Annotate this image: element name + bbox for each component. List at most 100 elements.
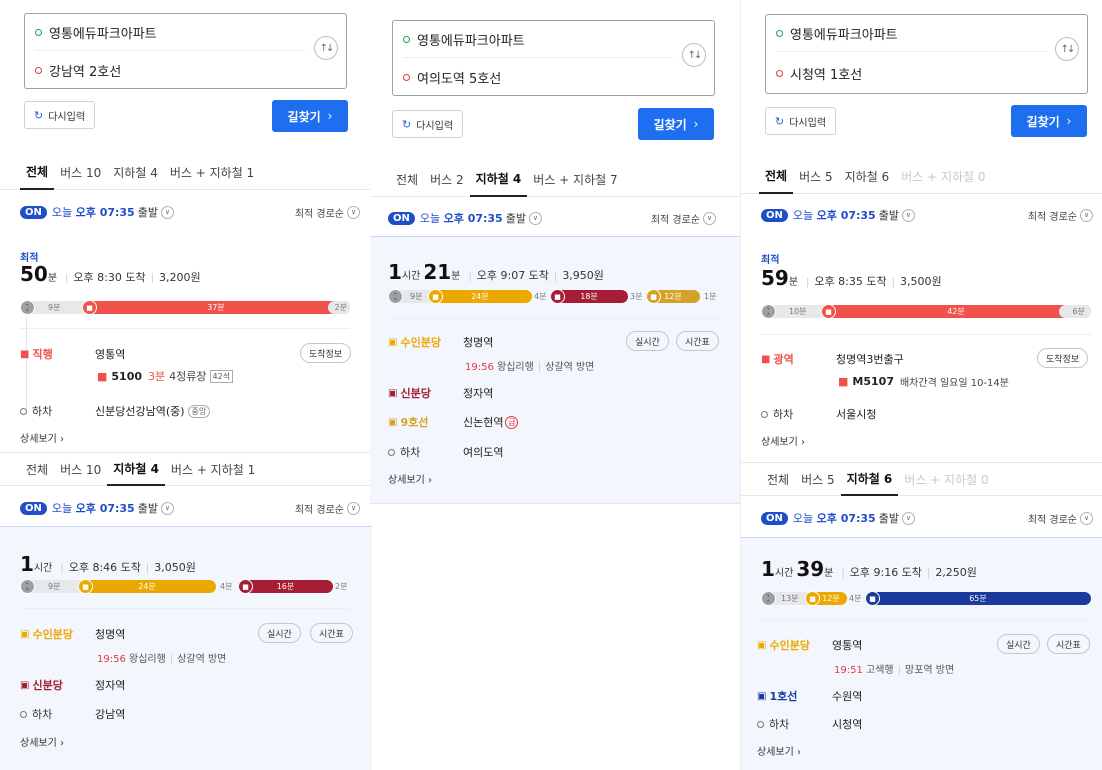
swap-icon[interactable]: ↑↓ bbox=[682, 43, 706, 67]
origin-field[interactable]: 영통에듀파크아파트 bbox=[393, 21, 674, 57]
departure-time[interactable]: 오늘 오후 07:35 bbox=[52, 204, 135, 220]
search-box: 영통에듀파크아파트 여의도역 5호선 ↑↓ bbox=[392, 20, 715, 96]
tab-subway[interactable]: 지하철 4 bbox=[469, 163, 528, 197]
timetable-button[interactable]: 시간표 bbox=[676, 331, 719, 351]
on-toggle[interactable]: ON bbox=[20, 501, 47, 515]
walk-icon: 🚶 bbox=[20, 579, 35, 594]
tab-bus[interactable]: 버스 5 bbox=[793, 160, 839, 194]
sort-select[interactable]: 최적 경로순 ∨ bbox=[295, 205, 360, 220]
stop-info-button[interactable]: 도착정보 bbox=[1037, 348, 1089, 368]
panel-cityhall: 영통에듀파크아파트 시청역 1호선 ↑↓ ↻ 다시입력 길찾기 › 전체 버스 5 … bbox=[740, 0, 1102, 770]
tab-all[interactable]: 전체 bbox=[761, 462, 795, 496]
stop-info-button[interactable]: 도착정보 bbox=[300, 343, 352, 363]
reset-button[interactable]: ↻ 다시입력 bbox=[392, 110, 464, 138]
origin-dot-icon bbox=[35, 28, 42, 36]
detail-link[interactable]: 상세보기 › bbox=[757, 743, 801, 758]
bus-line-info[interactable]: ■ M5107 배차간격 일요일 10-14분 bbox=[838, 374, 1009, 389]
origin-field[interactable]: 영통에듀파크아파트 bbox=[25, 14, 306, 50]
bus-duration: 42분 bbox=[947, 307, 965, 316]
on-toggle[interactable]: ON bbox=[761, 208, 788, 222]
sort-select[interactable]: 최적 경로순 ∨ bbox=[1028, 208, 1093, 223]
departure-time[interactable]: 오늘 오후 07:35 bbox=[420, 210, 503, 226]
tab-bus-subway[interactable]: 버스 + 지하철 1 bbox=[165, 452, 261, 486]
route-summary[interactable]: 50 분 | 오후 8:30 도착 | 3,200원 bbox=[20, 262, 201, 286]
destination-field[interactable]: 강남역 2호선 bbox=[25, 52, 306, 88]
leg-type: 직행 bbox=[32, 348, 53, 361]
sort-select[interactable]: 최적 경로순 ∨ bbox=[651, 211, 716, 226]
train-time: 19:51 bbox=[834, 665, 863, 676]
walk-icon: 🚶 bbox=[761, 591, 776, 606]
tab-bus-subway[interactable]: 버스 + 지하철 1 bbox=[164, 156, 260, 190]
chevron-down-icon[interactable]: ∨ bbox=[160, 205, 174, 219]
tab-all[interactable]: 전체 bbox=[759, 160, 794, 194]
detail-label: 상세보기 bbox=[20, 434, 57, 445]
leg-subway: ▣ 9호선 신논현역 급 bbox=[388, 414, 519, 430]
tab-all[interactable]: 전체 bbox=[390, 163, 424, 197]
tab-subway[interactable]: 지하철 6 bbox=[839, 160, 896, 194]
on-toggle[interactable]: ON bbox=[20, 205, 47, 219]
sort-select[interactable]: 최적 경로순 ∨ bbox=[295, 501, 360, 516]
reset-button[interactable]: ↻ 다시입력 bbox=[765, 107, 837, 135]
on-toggle[interactable]: ON bbox=[761, 511, 788, 525]
bus-line-info[interactable]: ■ 5100 3분 4정류장 42석 bbox=[97, 368, 234, 384]
timetable-button[interactable]: 시간표 bbox=[1047, 634, 1090, 654]
duration-unit: 시간 bbox=[33, 563, 53, 574]
origin-field[interactable]: 영통에듀파크아파트 bbox=[766, 15, 1047, 51]
find-label: 길찾기 bbox=[1026, 114, 1060, 129]
off-dot-icon bbox=[20, 710, 27, 718]
tab-bus-subway[interactable]: 버스 + 지하철 7 bbox=[527, 163, 623, 197]
origin-dot-icon bbox=[403, 35, 410, 43]
timeline-bar: 🚶 9분 ■ 24분 4분 ■ 18분 3분 ■ 12분 1분 bbox=[388, 289, 720, 304]
timetable-button[interactable]: 시간표 bbox=[310, 623, 353, 643]
on-toggle[interactable]: ON bbox=[388, 211, 415, 225]
route-summary[interactable]: 59 분 | 오후 8:35 도착 | 3,500원 bbox=[761, 266, 942, 290]
tab-bus[interactable]: 버스 10 bbox=[54, 452, 107, 486]
reset-button[interactable]: ↻ 다시입력 bbox=[24, 101, 96, 129]
off-station: 서울시청 bbox=[836, 408, 877, 421]
departure-time[interactable]: 오늘 오후 07:35 bbox=[793, 207, 876, 223]
tab-bus[interactable]: 버스 5 bbox=[795, 462, 841, 496]
leg-off: 하차 서울시청 bbox=[761, 406, 876, 422]
detail-link[interactable]: 상세보기 › bbox=[388, 471, 432, 486]
detail-link[interactable]: 상세보기 › bbox=[20, 430, 64, 445]
subway-segment: ■ 12분 bbox=[646, 289, 700, 304]
duration-value: 59 bbox=[761, 266, 789, 290]
leg-off: 하차 여의도역 bbox=[388, 444, 503, 460]
tab-subway[interactable]: 지하철 6 bbox=[840, 462, 899, 496]
realtime-button[interactable]: 실시간 bbox=[258, 623, 301, 643]
find-route-button[interactable]: 길찾기 › bbox=[1011, 105, 1087, 137]
tab-subway[interactable]: 지하철 4 bbox=[107, 452, 165, 486]
departure-time[interactable]: 오늘 오후 07:35 bbox=[52, 500, 135, 516]
duration-unit: 분 bbox=[451, 271, 461, 282]
destination-field[interactable]: 시청역 1호선 bbox=[766, 55, 1047, 91]
tab-bus[interactable]: 버스 10 bbox=[54, 156, 107, 190]
tab-all[interactable]: 전체 bbox=[20, 452, 54, 486]
chevron-down-icon[interactable]: ∨ bbox=[528, 211, 542, 225]
find-route-button[interactable]: 길찾기 › bbox=[272, 100, 348, 132]
tab-all[interactable]: 전체 bbox=[20, 156, 55, 190]
platform-direction: 망포역 방면 bbox=[905, 665, 955, 676]
chevron-down-icon: ∨ bbox=[703, 211, 716, 225]
chevron-right-icon: › bbox=[1066, 114, 1072, 128]
bus-icon: ■ bbox=[82, 300, 97, 315]
sort-select[interactable]: 최적 경로순 ∨ bbox=[1028, 511, 1093, 526]
detail-link[interactable]: 상세보기 › bbox=[761, 433, 805, 448]
swap-icon[interactable]: ↑↓ bbox=[1055, 37, 1079, 61]
realtime-button[interactable]: 실시간 bbox=[997, 634, 1040, 654]
destination-dot-icon bbox=[776, 69, 783, 77]
bus-segment: ■ 42분 bbox=[821, 304, 1091, 319]
tab-bus[interactable]: 버스 2 bbox=[424, 163, 470, 197]
detail-link[interactable]: 상세보기 › bbox=[20, 734, 64, 749]
swap-icon[interactable]: ↑↓ bbox=[314, 36, 338, 60]
departure-time[interactable]: 오늘 오후 07:35 bbox=[793, 510, 876, 526]
chevron-down-icon[interactable]: ∨ bbox=[901, 208, 915, 222]
chevron-down-icon[interactable]: ∨ bbox=[901, 511, 915, 525]
divider bbox=[35, 50, 306, 51]
realtime-button[interactable]: 실시간 bbox=[626, 331, 669, 351]
off-dot-icon bbox=[20, 407, 27, 415]
tab-subway[interactable]: 지하철 4 bbox=[107, 156, 164, 190]
find-route-button[interactable]: 길찾기 › bbox=[638, 108, 714, 140]
duration-minutes: 39 bbox=[796, 557, 825, 581]
destination-field[interactable]: 여의도역 5호선 bbox=[393, 59, 674, 95]
chevron-down-icon[interactable]: ∨ bbox=[160, 501, 174, 515]
